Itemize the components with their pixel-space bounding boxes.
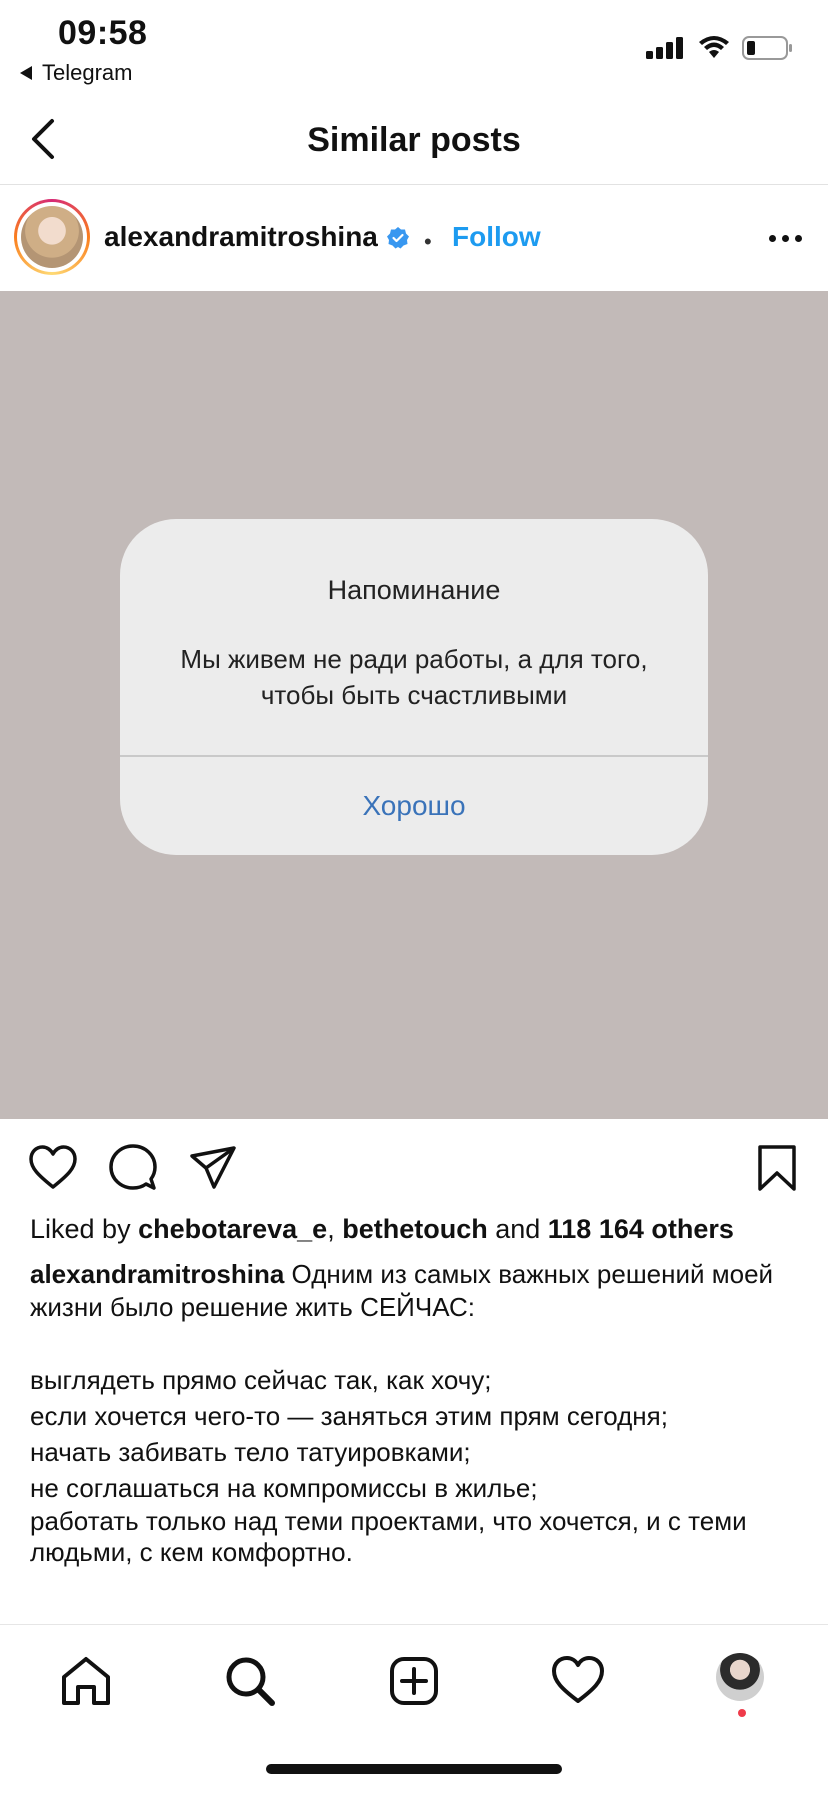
bookmark-icon[interactable]	[752, 1143, 802, 1193]
profile-avatar[interactable]	[716, 1653, 764, 1701]
avatar[interactable]	[14, 199, 90, 275]
caption-line: не соглашаться на компромиссы в жилье;	[30, 1473, 538, 1503]
caption-line: если хочется чего-то — заняться этим пря…	[30, 1401, 668, 1431]
reminder-alert: Напоминание Мы живем не ради работы, а д…	[120, 519, 708, 855]
post-actions	[0, 1119, 828, 1215]
share-icon[interactable]	[188, 1143, 238, 1193]
liker-2[interactable]: bethetouch	[342, 1214, 488, 1244]
post-image[interactable]: Напоминание Мы живем не ради работы, а д…	[0, 291, 828, 1119]
separator-dot: •	[424, 229, 432, 254]
battery-icon	[742, 36, 792, 60]
home-icon[interactable]	[58, 1653, 114, 1709]
avatar-image	[21, 206, 83, 268]
add-post-icon[interactable]	[386, 1653, 442, 1709]
caption-line: начать забивать тело татуировками;	[30, 1437, 471, 1467]
post-header: alexandramitroshina • Follow	[0, 185, 828, 290]
notification-dot	[738, 1709, 746, 1717]
post-caption: alexandramitroshina Одним из самых важны…	[30, 1258, 800, 1324]
caption-username[interactable]: alexandramitroshina	[30, 1259, 284, 1289]
search-icon[interactable]	[222, 1653, 278, 1709]
heart-icon[interactable]	[28, 1143, 78, 1193]
alert-title: Напоминание	[327, 575, 501, 605]
alert-ok-button: Хорошо	[362, 790, 466, 821]
caption-line: выглядеть прямо сейчас так, как хочу;	[30, 1365, 492, 1395]
liker-1[interactable]: chebotareva_e	[138, 1214, 327, 1244]
page-header: Similar posts	[0, 95, 828, 185]
status-icons	[646, 36, 794, 60]
caption-list: выглядеть прямо сейчас так, как хочу; ес…	[30, 1362, 810, 1568]
home-indicator[interactable]	[266, 1764, 562, 1774]
follow-button[interactable]: Follow	[452, 221, 541, 253]
back-to-telegram-link[interactable]: Telegram	[20, 60, 132, 86]
comment-icon[interactable]	[108, 1143, 158, 1193]
likes-count[interactable]: 118 164 others	[548, 1214, 734, 1244]
back-app-label: Telegram	[42, 60, 133, 85]
caption-line: работать только над теми проектами, что …	[30, 1506, 747, 1567]
signal-icon	[646, 37, 683, 59]
wifi-icon	[699, 36, 729, 58]
likes-line[interactable]: Liked by chebotareva_e, bethetouch and 1…	[30, 1214, 734, 1245]
status-time: 09:58	[58, 14, 148, 52]
alert-message: Мы живем не ради работы, а для того, что…	[180, 644, 648, 710]
more-icon[interactable]	[769, 235, 802, 242]
back-triangle-icon	[20, 66, 32, 80]
activity-heart-icon[interactable]	[550, 1653, 606, 1709]
post-username[interactable]: alexandramitroshina	[104, 221, 378, 253]
page-title: Similar posts	[307, 121, 521, 159]
status-bar: 09:58 Telegram	[0, 0, 828, 95]
verified-badge-icon	[387, 227, 409, 249]
